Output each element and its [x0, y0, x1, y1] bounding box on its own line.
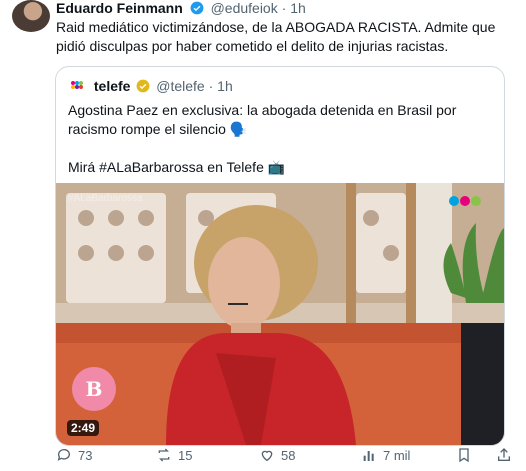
- bookmark-button[interactable]: [456, 447, 472, 463]
- program-logo-icon: B: [86, 377, 103, 401]
- separator-dot: ·: [281, 0, 287, 16]
- author-avatar[interactable]: [12, 0, 50, 32]
- verified-gold-badge-icon: [136, 79, 150, 93]
- quote-header: telefe @telefe · 1h: [68, 77, 233, 95]
- repost-count: 15: [178, 447, 193, 463]
- tweet-header: Eduardo Feinmann @edufeiok · 1h: [56, 0, 306, 17]
- video-duration: 2:49: [67, 420, 100, 436]
- like-count: 58: [281, 447, 296, 463]
- video-frame: B: [56, 183, 504, 445]
- repost-icon: [158, 448, 170, 462]
- heart-icon: [261, 450, 273, 462]
- views-count: 7 mil: [383, 447, 411, 463]
- post-time[interactable]: 1h: [290, 0, 306, 16]
- reply-icon: [57, 449, 70, 461]
- repost-button[interactable]: 15: [156, 447, 192, 463]
- quote-author-name[interactable]: telefe: [94, 78, 131, 94]
- bookmark-icon: [459, 448, 469, 463]
- views-chart-icon: [363, 451, 374, 461]
- video-overlay-tag: #ALaBarbarossa: [68, 193, 143, 204]
- tweet-actions: 73 15 58 7 mil: [56, 445, 516, 465]
- share-button[interactable]: [496, 447, 512, 463]
- tweet-text: Raid mediático victimizándose, de la ABO…: [56, 19, 496, 54]
- quote-text: Agostina Paez en exclusiva: la abogada d…: [68, 101, 496, 177]
- reply-count: 73: [78, 447, 93, 463]
- author-name[interactable]: Eduardo Feinmann: [56, 0, 183, 16]
- quote-author-handle[interactable]: @telefe: [156, 78, 204, 94]
- verified-badge-icon: [190, 1, 204, 15]
- reply-button[interactable]: 73: [56, 447, 92, 463]
- quoted-tweet[interactable]: telefe @telefe · 1h Agostina Paez en exc…: [55, 66, 505, 446]
- channel-bug-icon: [449, 196, 481, 206]
- video-player[interactable]: B #ALaBarbarossa 2:49: [56, 183, 504, 445]
- quote-text-line2: Mirá #ALaBarbarossa en Telefe 📺: [68, 159, 286, 175]
- quote-text-line1: Agostina Paez en exclusiva: la abogada d…: [68, 102, 457, 137]
- telefe-logo-icon: [68, 77, 86, 95]
- quote-time[interactable]: 1h: [217, 78, 233, 94]
- views-button[interactable]: 7 mil: [361, 447, 410, 463]
- like-button[interactable]: 58: [259, 447, 295, 463]
- author-handle[interactable]: @edufeiok: [211, 0, 278, 16]
- quote-separator-dot: ·: [208, 78, 214, 94]
- share-icon: [498, 448, 510, 461]
